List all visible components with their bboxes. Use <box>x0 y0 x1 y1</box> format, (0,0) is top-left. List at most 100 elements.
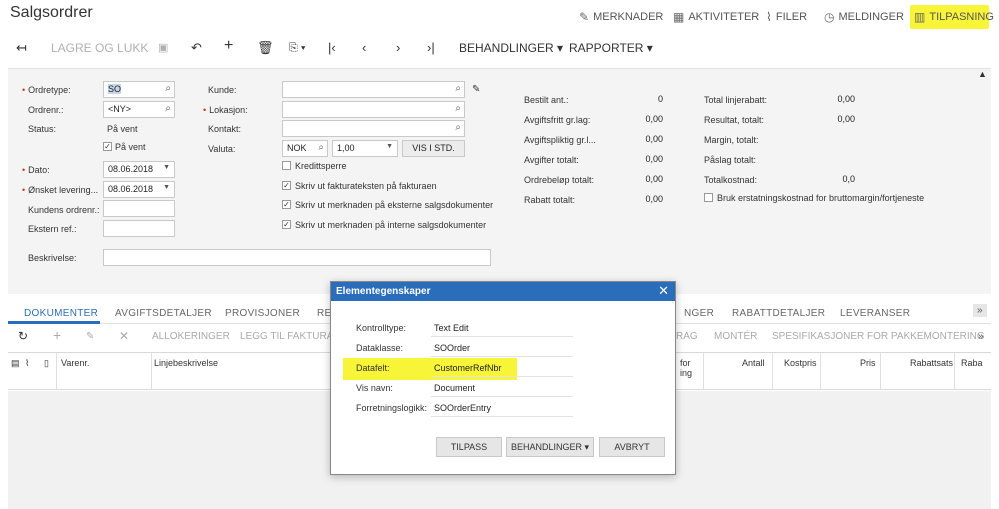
kurs-input[interactable]: 1,00 ▼ <box>332 140 398 157</box>
main-toolbar: ↤ LAGRE OG LUKK ▣ ↶ + 🗑 ⎘ ▾ |‹ ‹ › ›| BE… <box>0 36 999 62</box>
save-close-button[interactable]: LAGRE OG LUKK <box>51 41 148 55</box>
paa-vent-checkbox[interactable]: ✓ <box>103 142 112 151</box>
next-record-icon[interactable]: › <box>396 40 400 56</box>
check2-checkbox[interactable]: ✓ <box>282 200 291 209</box>
chevron-down-icon[interactable]: ▼ <box>386 143 393 150</box>
delete-icon[interactable]: 🗑 <box>257 40 274 56</box>
total-label: Avgifter totalt: <box>524 155 579 165</box>
undo-icon[interactable]: ↶ <box>191 40 202 56</box>
search-icon[interactable]: ⌕ <box>455 83 461 94</box>
total-value: 0,0 <box>800 171 860 188</box>
total-label: Total linjerabatt: <box>704 95 768 105</box>
col-rabattsats[interactable]: Rabattsats <box>910 358 953 368</box>
col-raba[interactable]: Raba <box>961 358 983 368</box>
collapse-icon[interactable]: ▲ <box>978 69 987 79</box>
total-value: 0,00 <box>604 171 668 188</box>
add-icon[interactable]: + <box>224 38 233 54</box>
ekstern-ref-input[interactable] <box>103 220 175 237</box>
kunde-input[interactable]: ⌕ <box>282 81 465 98</box>
behandlinger-button[interactable]: BEHANDLINGER ▾ <box>506 437 594 457</box>
avbryt-button[interactable]: AVBRYT <box>599 437 665 457</box>
levering-input[interactable]: 08.06.2018 ▼ <box>103 181 175 198</box>
forretningslogikk-value: SOOrderEntry <box>434 403 492 413</box>
close-icon[interactable]: ✕ <box>658 284 669 298</box>
tab-avgiftsdetaljer[interactable]: AVGIFTSDETALJER <box>115 308 212 319</box>
tilpass-button[interactable]: TILPASS <box>436 437 502 457</box>
messages-button[interactable]: ◷ MELDINGER <box>824 10 904 24</box>
valuta-input[interactable]: NOK ⌕ <box>282 140 328 157</box>
col-partial[interactable]: for ing <box>680 358 692 378</box>
delete-row-icon[interactable]: ✕ <box>119 329 129 343</box>
col-linjebeskrivelse[interactable]: Linjebeskrivelse <box>154 358 218 368</box>
tab-provisjoner[interactable]: PROVISJONER <box>225 308 300 319</box>
element-properties-dialog: Elementegenskaper ✕ Kontrolltype: Text E… <box>330 281 676 475</box>
tab-leveranser[interactable]: LEVERANSER <box>840 308 910 319</box>
total-label: Påslag totalt: <box>704 155 757 165</box>
vis-navn-value: Document <box>434 383 476 393</box>
total-value: 0,00 <box>604 131 668 148</box>
grid-icon: ▤ <box>11 358 20 368</box>
search-icon[interactable]: ⌕ <box>165 103 171 114</box>
alarm-clock-icon: ◷ <box>824 10 835 24</box>
total-value: 0,00 <box>604 111 668 128</box>
files-button[interactable]: ⌇ FILER <box>766 10 807 24</box>
kontakt-input[interactable]: ⌕ <box>282 120 465 137</box>
lokasjon-input[interactable]: ⌕ <box>282 101 465 118</box>
bruk-checkbox[interactable] <box>704 193 713 202</box>
activities-button[interactable]: ▦ AKTIVITETER <box>673 10 759 24</box>
copy-paste-icon[interactable]: ⎘ ▾ <box>289 40 305 56</box>
tab-rabattdetaljer[interactable]: RABATTDETALJER <box>732 308 825 319</box>
beskrivelse-input[interactable] <box>103 249 491 266</box>
search-icon[interactable]: ⌕ <box>318 142 324 153</box>
add-row-icon[interactable]: + <box>53 327 61 343</box>
refresh-icon[interactable]: ↻ <box>18 329 28 343</box>
search-icon[interactable]: ⌕ <box>455 103 461 114</box>
beskrivelse-label: Beskrivelse: <box>28 253 77 263</box>
actions-menu[interactable]: BEHANDLINGER ▾ <box>459 41 563 55</box>
kundens-ordrenr-input[interactable] <box>103 200 175 217</box>
tab-dokumenter[interactable]: DOKUMENTER <box>24 308 98 319</box>
search-icon[interactable]: ⌕ <box>165 83 171 94</box>
chevron-down-icon[interactable]: ▼ <box>163 164 170 171</box>
edit-icon[interactable]: ✎ <box>86 331 94 342</box>
legg-til-faktura-button[interactable]: LEGG TIL FAKTURA <box>240 331 333 342</box>
spesifikasjoner-button[interactable]: SPESIFIKASJONER FOR PAKKEMONTERING <box>772 331 985 342</box>
back-icon[interactable]: ↤ <box>16 40 27 56</box>
more-tabs-icon[interactable]: » <box>973 304 987 317</box>
check1-checkbox[interactable]: ✓ <box>282 181 291 190</box>
save-icon[interactable]: ▣ <box>158 40 168 56</box>
ordretype-input[interactable]: SO ⌕ <box>103 81 175 98</box>
paperclip-icon: ⌇ <box>766 10 772 24</box>
dato-label: • Dato: <box>22 165 50 175</box>
last-record-icon[interactable]: ›| <box>427 40 435 56</box>
ordrenr-input[interactable]: <NY> ⌕ <box>103 101 175 118</box>
kredittsperre-checkbox[interactable] <box>282 161 291 170</box>
check3-checkbox[interactable]: ✓ <box>282 220 291 229</box>
col-varenr[interactable]: Varenr. <box>61 358 89 368</box>
reports-menu[interactable]: RAPPORTER ▾ <box>569 41 653 55</box>
total-label: Bestilt ant.: <box>524 95 569 105</box>
total-value: 0,00 <box>604 151 668 168</box>
total-value: 0,00 <box>604 191 668 208</box>
tab-partial-right[interactable]: NGER <box>684 308 714 319</box>
search-icon[interactable]: ⌕ <box>455 122 461 133</box>
partial-button[interactable]: RAG <box>676 331 698 342</box>
customization-button[interactable]: ▥ TILPASNING <box>914 10 994 24</box>
more-icon[interactable]: » <box>978 331 984 342</box>
check3-label: Skriv ut merknaden på interne salgsdokum… <box>295 220 487 230</box>
previous-record-icon[interactable]: ‹ <box>362 40 366 56</box>
col-pris[interactable]: Pris <box>860 358 876 368</box>
col-antall[interactable]: Antall <box>742 358 765 368</box>
vis-i-std-button[interactable]: VIS I STD. <box>402 140 465 157</box>
col-kostpris[interactable]: Kostpris <box>784 358 817 368</box>
status-label: Status: <box>28 124 57 134</box>
notes-button[interactable]: ✎ MERKNADER <box>579 10 663 24</box>
chevron-down-icon[interactable]: ▼ <box>163 184 170 191</box>
pencil-icon[interactable]: ✎ <box>472 84 480 95</box>
dato-input[interactable]: 08.06.2018 ▼ <box>103 161 175 178</box>
monter-button[interactable]: MONTÉR <box>714 331 757 342</box>
total-label: Totalkostnad: <box>704 175 758 185</box>
first-record-icon[interactable]: |‹ <box>328 40 336 56</box>
total-label: Margin, totalt: <box>704 135 759 145</box>
allokeringer-button[interactable]: ALLOKERINGER <box>152 331 230 342</box>
